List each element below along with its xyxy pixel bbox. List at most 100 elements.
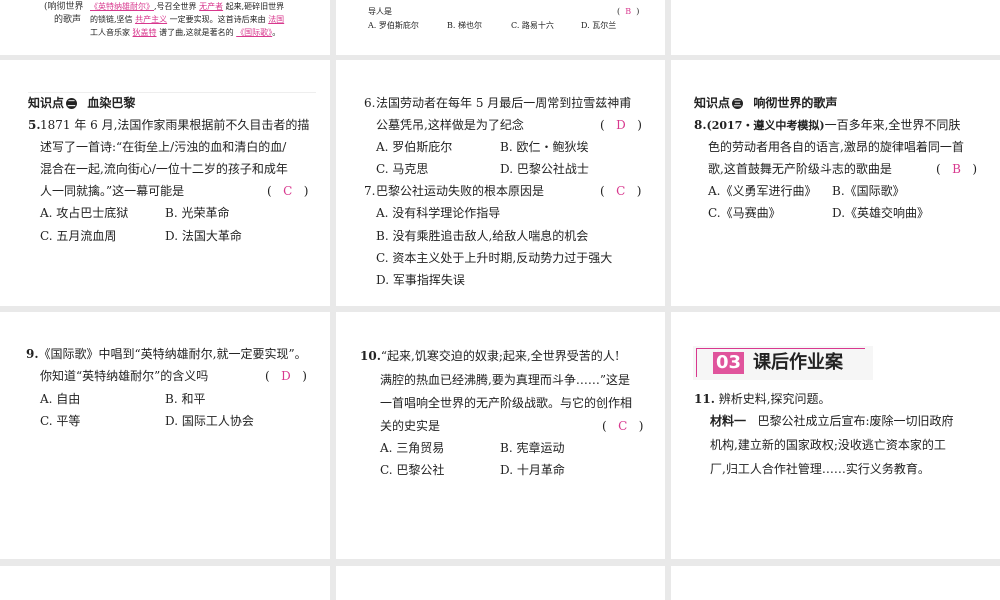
stem-line: 公墓凭吊,这样做是为了纪念 xyxy=(376,118,524,132)
stem-line: 法国劳动者在每年 5 月最后一周常到拉雪兹神甫 xyxy=(376,96,632,110)
text: ,号召全世界 xyxy=(154,2,197,11)
knowledge-point-heading: 知识点三 响彻世界的歌声 xyxy=(694,96,837,110)
option: D. 瓦尔兰 xyxy=(581,21,617,30)
question-line: 9.《国际歌》中唱到“英特纳雄耐尔,就一定要实现”。 xyxy=(26,347,307,361)
option: D.《英雄交响曲》 xyxy=(832,206,930,220)
answer-bracket: ( C ) xyxy=(267,184,309,198)
slide-top-right xyxy=(671,0,1000,55)
option: A. 罗伯斯庇尔 xyxy=(368,21,419,30)
kp-title: 响彻世界的歌声 xyxy=(753,96,838,110)
stem-line: 《国际歌》中唱到“英特纳雄耐尔,就一定要实现”。 xyxy=(38,347,307,361)
option: B. 宪章运动 xyxy=(500,441,565,455)
option: D. 国际工人协会 xyxy=(165,414,254,428)
text: 一定要实现。这首诗后来由 xyxy=(169,15,266,24)
blank: 《国际歌》 xyxy=(236,28,273,37)
option: D. 军事指挥失误 xyxy=(376,273,465,287)
option: C. 马克思 xyxy=(376,162,429,176)
slide-bottom-right xyxy=(671,566,1000,600)
answer-bracket: ( D ) xyxy=(265,369,307,383)
section-number: 03 xyxy=(713,352,745,374)
question-source: (2017・遵义中考模拟) xyxy=(706,119,825,132)
question-number: 7. xyxy=(364,184,376,198)
stem-line: “起来,饥寒交迫的奴隶;起来,全世界受苦的人! xyxy=(380,349,620,363)
label-line: (响彻世界 xyxy=(44,2,84,12)
text: 的锁链,坚信 xyxy=(90,15,133,24)
stem-line: 色的劳动者用各自的语言,激昂的旋律唱着同一首 xyxy=(708,140,964,154)
answer: D xyxy=(281,369,291,383)
stem-line: 满腔的热血已经沸腾,要为真理而斗争……”这是 xyxy=(380,373,630,387)
option: C. 路易十六 xyxy=(511,21,554,30)
answer-bracket: ( C ) xyxy=(600,184,642,198)
question-number: 8. xyxy=(694,118,707,132)
divider xyxy=(28,92,316,93)
knowledge-point-heading: 知识点二 血染巴黎 xyxy=(28,96,135,110)
section-title: 课后作业案 xyxy=(753,352,843,373)
option: B. 光荣革命 xyxy=(165,206,230,220)
stem-line: 一首唱响全世界的无产阶级战歌。与它的创作相 xyxy=(380,396,633,410)
answer-bracket: ( B ) xyxy=(617,7,640,16)
option: A. 自由 xyxy=(40,392,81,406)
blank: 狄盖特 xyxy=(132,28,157,37)
kp-prefix: 知识点 xyxy=(28,96,65,110)
blank: 共产主义 xyxy=(135,15,168,24)
stem-line: 你知道“英特纳雄耐尔”的含义吗 xyxy=(40,369,209,383)
text: 起来,砸碎旧世界 xyxy=(225,2,285,11)
material-text: 厂,归工人合作社管理……实行义务教育。 xyxy=(710,462,930,476)
question-stem: 导人是 xyxy=(368,7,392,16)
option: C. 巴黎公社 xyxy=(380,463,445,477)
answer-bracket: ( B ) xyxy=(936,162,978,176)
answer: C xyxy=(618,419,628,433)
blank: 无产者 xyxy=(199,2,224,11)
answer: C xyxy=(283,184,293,198)
option: A.《义勇军进行曲》 xyxy=(708,184,817,198)
stem-line: 歌,这首鼓舞无产阶级斗志的歌曲是 xyxy=(708,162,892,176)
fill-line-2: 的锁链,坚信 共产主义 一定要实现。这首诗后来由 法国 xyxy=(90,15,284,25)
answer-bracket: ( C ) xyxy=(602,419,644,433)
fill-line-3: 工人音乐家 狄盖特 谱了曲,这就是著名的 《国际歌》。 xyxy=(90,28,280,38)
material-label: 材料一 xyxy=(710,414,747,428)
option: A. 攻占巴士底狱 xyxy=(40,206,129,220)
answer: C xyxy=(616,184,626,198)
option: C. 平等 xyxy=(40,414,81,428)
kp-prefix: 知识点 xyxy=(694,96,731,110)
option: B. 梯也尔 xyxy=(447,21,482,30)
stem-line: 混合在一起,流向街心/一位十二岁的孩子和成年 xyxy=(40,162,288,176)
question-number: 11. xyxy=(694,392,715,406)
option: B.《国际歌》 xyxy=(832,184,905,198)
option: D. 法国大革命 xyxy=(165,229,242,243)
text: 谱了曲,这就是著名的 xyxy=(159,28,234,37)
kp-number-icon: 三 xyxy=(732,98,744,109)
stem-line: 人一同就擒。”这一幕可能是 xyxy=(40,184,185,198)
question-stem: 辨析史料,探究问题。 xyxy=(718,392,831,406)
answer: B xyxy=(625,7,632,16)
option: A. 没有科学理论作指导 xyxy=(376,206,501,220)
stem-line: 关的史实是 xyxy=(380,419,441,433)
kp-title: 血染巴黎 xyxy=(87,96,136,110)
material-text: 巴黎公社成立后宣布:废除一切旧政府 xyxy=(757,414,954,428)
material-line: 材料一 巴黎公社成立后宣布:废除一切旧政府 xyxy=(710,414,954,428)
slide-bottom-left xyxy=(0,566,330,600)
blank: 法国 xyxy=(268,15,285,24)
option: D. 巴黎公社战士 xyxy=(500,162,589,176)
option: B. 欧仁・鲍狄埃 xyxy=(500,140,589,154)
section-badge: 03 课后作业案 xyxy=(693,346,873,380)
question-line: 11. 辨析史料,探究问题。 xyxy=(694,392,831,406)
fill-line-1: 《英特纳雄耐尔》,号召全世界 无产者 起来,砸碎旧世界 xyxy=(90,2,284,12)
question-line: 8.(2017・遵义中考模拟)一百多年来,全世界不同肤 xyxy=(694,118,960,133)
question-number: 9. xyxy=(26,347,39,361)
question-number: 10. xyxy=(360,349,381,363)
blank: 《英特纳雄耐尔》 xyxy=(90,2,154,11)
kp-number-icon: 二 xyxy=(66,98,78,109)
option: C. 资本主义处于上升时期,反动势力过于强大 xyxy=(376,251,613,265)
answer: B xyxy=(952,162,961,176)
option: B. 和平 xyxy=(165,392,206,406)
option: C.《马赛曲》 xyxy=(708,206,781,220)
question-number: 5. xyxy=(28,118,41,132)
stem-line: 1871 年 6 月,法国作家雨果根据前不久目击者的描 xyxy=(40,118,310,132)
answer: D xyxy=(616,118,626,132)
answer-bracket: ( D ) xyxy=(600,118,642,132)
material-text: 机构,建立新的国家政权;没收逃亡资本家的工 xyxy=(710,438,946,452)
option: D. 十月革命 xyxy=(500,463,565,477)
slide-bottom-mid xyxy=(336,566,665,600)
option: B. 没有乘胜追击敌人,给敌人喘息的机会 xyxy=(376,229,589,243)
